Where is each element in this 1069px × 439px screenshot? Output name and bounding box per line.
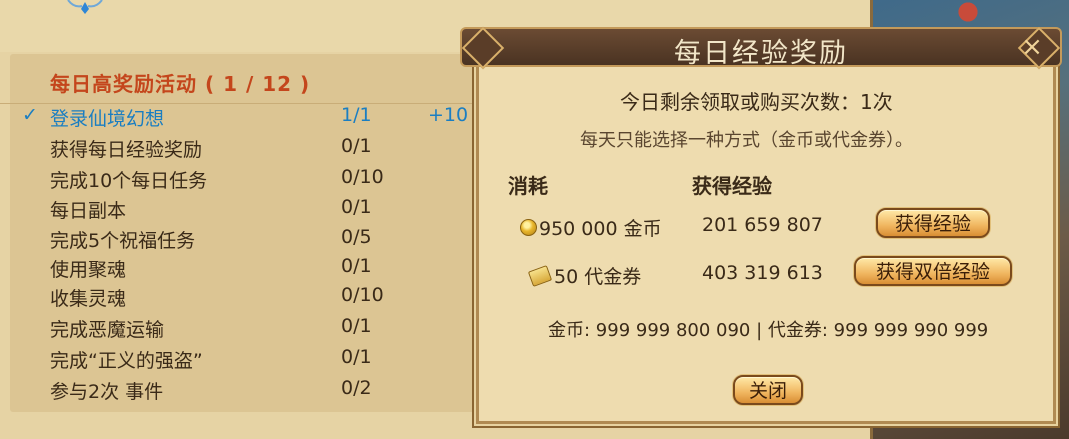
- exp-reward-dialog: [476, 62, 1056, 424]
- activity-row[interactable]: 使用聚魂 0/1: [0, 255, 520, 283]
- dialog-title: 每日经验奖励: [674, 38, 848, 69]
- activity-row[interactable]: 获得每日经验奖励 0/1: [0, 135, 520, 163]
- activity-row-login[interactable]: ✓ 登录仙境幻想 1/1 +10: [0, 103, 520, 132]
- activity-name: 登录仙境幻想: [50, 108, 165, 130]
- gold-coin-icon: [520, 219, 537, 236]
- gold-exp-value: 201 659 807: [702, 214, 823, 236]
- voucher-icon: [527, 265, 553, 287]
- activity-row[interactable]: 收集灵魂 0/10: [0, 284, 520, 312]
- activity-name: 收集灵魂: [50, 288, 127, 310]
- activity-progress: 0/1: [341, 135, 372, 157]
- close-icon[interactable]: ×: [1018, 33, 1046, 61]
- dialog-header: 每日经验奖励 ×: [460, 26, 1062, 70]
- cost-header: 消耗: [508, 174, 548, 198]
- activity-progress: 0/2: [341, 377, 372, 399]
- dialog-description: 每天只能选择一种方式（金币或代金券）。: [580, 130, 913, 151]
- activity-name: 完成恶魔运输: [50, 319, 165, 341]
- activity-progress: 0/1: [341, 346, 372, 368]
- activity-progress: 0/1: [341, 196, 372, 218]
- activity-row[interactable]: 每日副本 0/1: [0, 196, 520, 224]
- activity-progress: 0/10: [341, 284, 384, 306]
- exp-header: 获得经验: [692, 174, 772, 198]
- activity-name: 使用聚魂: [50, 259, 127, 281]
- activity-progress: 0/1: [341, 255, 372, 277]
- activity-progress: 0/1: [341, 315, 372, 337]
- activity-reward: +10: [428, 104, 469, 126]
- activity-progress: 0/10: [341, 166, 384, 188]
- voucher-exp-value: 403 319 613: [702, 262, 823, 284]
- close-button[interactable]: 关闭: [733, 375, 803, 405]
- activity-row[interactable]: 完成5个祝福任务 0/5: [0, 226, 520, 254]
- voucher-cost: 50 代金券: [527, 262, 642, 289]
- activity-row[interactable]: 完成“正义的强盗” 0/1: [0, 346, 520, 374]
- activity-name: 每日副本: [50, 200, 127, 222]
- get-double-exp-button[interactable]: 获得双倍经验: [854, 256, 1012, 286]
- gold-cost-value: 950 000 金币: [539, 218, 662, 240]
- activity-title: 每日高奖励活动 ( 1 / 12 ): [50, 72, 311, 96]
- hero-sprite: [948, 0, 988, 30]
- activity-row[interactable]: 参与2次 事件 0/2: [0, 377, 520, 405]
- activity-name: 完成5个祝福任务: [50, 230, 196, 252]
- activity-progress: 1/1: [341, 104, 372, 126]
- voucher-cost-value: 50 代金券: [554, 266, 642, 288]
- remaining-count: 今日剩余领取或购买次数：1次: [620, 90, 893, 114]
- activity-row[interactable]: 完成恶魔运输 0/1: [0, 315, 520, 343]
- activity-name: 获得每日经验奖励: [50, 139, 203, 161]
- ornament-icon: [67, 0, 103, 14]
- activity-name: 参与2次 事件: [50, 381, 164, 403]
- checkmark-icon: ✓: [22, 104, 38, 126]
- currency-balances: 金币: 999 999 800 090 | 代金券: 999 999 990 9…: [548, 320, 989, 341]
- get-exp-button[interactable]: 获得经验: [876, 208, 990, 238]
- gold-cost: 950 000 金币: [520, 214, 662, 241]
- activity-progress: 0/5: [341, 226, 372, 248]
- activity-row[interactable]: 完成10个每日任务 0/10: [0, 166, 520, 194]
- activity-name: 完成“正义的强盗”: [50, 350, 203, 372]
- activity-name: 完成10个每日任务: [50, 170, 208, 192]
